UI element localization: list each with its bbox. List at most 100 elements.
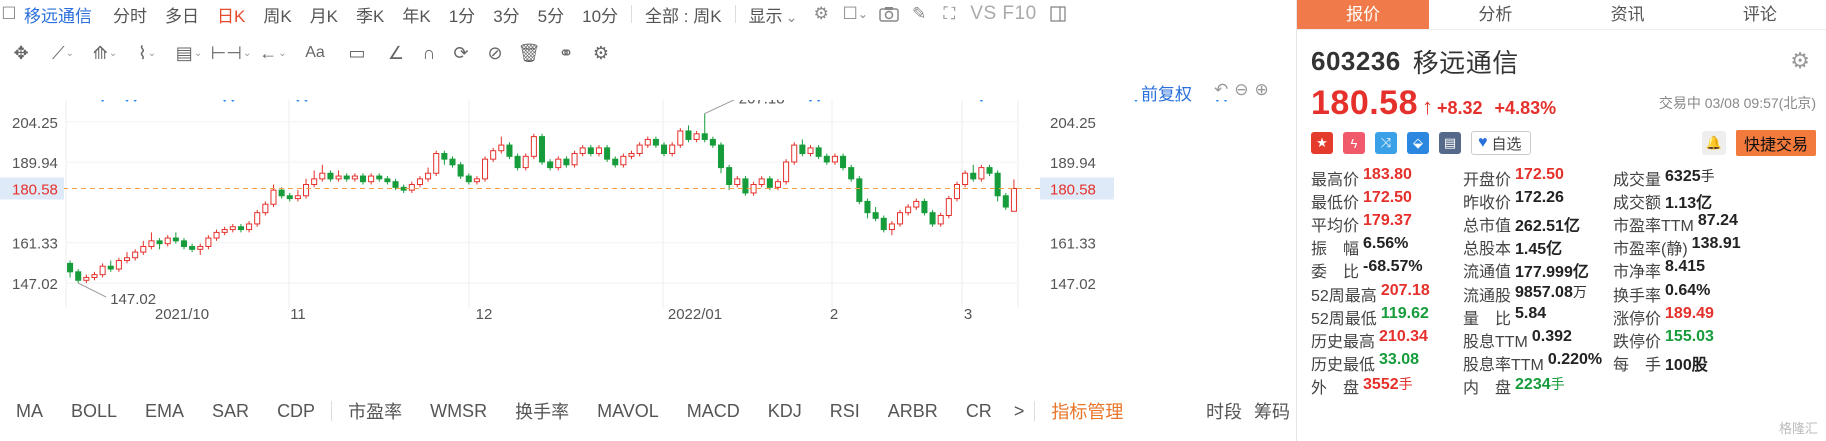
hide-icon[interactable]: ⊘ [478, 39, 512, 67]
kline-chart[interactable]: 204.25 204.25 189.94 189.94 161.33 161.33 147.… [0, 100, 1296, 380]
stat-label: 跌停价 [1613, 333, 1662, 351]
stat-label: 平均价 [1311, 217, 1360, 235]
indicator-more-button[interactable]: > [1006, 401, 1033, 422]
stat-value-text: 183.80 [1363, 165, 1412, 183]
quote-tab[interactable]: 评论 [1694, 0, 1826, 29]
timeframe-tab[interactable]: 10分 [573, 2, 627, 27]
indicator-tab[interactable]: 市盈率 [334, 398, 416, 424]
display-dropdown[interactable]: 显示 [740, 2, 807, 27]
timeframe-tab[interactable]: 月K [301, 2, 347, 27]
fullscreen-icon[interactable]: ⛶ [934, 2, 964, 26]
pencil-icon[interactable]: ✎ [904, 2, 934, 26]
indicator-tab[interactable]: MACD [673, 401, 754, 422]
indicator-tab[interactable]: RSI [816, 401, 874, 422]
arrow-icon[interactable]: ← ⌄ [252, 39, 294, 67]
settings-icon[interactable]: ⚙ [586, 39, 616, 67]
y-tick-label-left: 147.02 [12, 276, 58, 293]
gear-icon[interactable]: ⚙ [1790, 48, 1810, 74]
camera-icon[interactable] [874, 2, 904, 26]
hot-icon[interactable]: ϟ [1343, 132, 1365, 154]
indicator-tab[interactable]: MAVOL [583, 401, 673, 422]
indicator-tab[interactable]: 换手率 [501, 398, 583, 424]
stat-value-text: 155.03 [1665, 327, 1714, 345]
square-icon[interactable]: ☐ ⌄ [836, 2, 874, 26]
stat-cell: 内 盘 2234手 [1463, 374, 1613, 398]
zoom-out-icon[interactable]: ⊖ [1234, 80, 1248, 100]
comment-icon[interactable]: ▭ [336, 39, 378, 67]
bell-icon[interactable]: 🔔 [1701, 131, 1726, 155]
watchlist-label: 自选 [1491, 135, 1522, 153]
gear-icon[interactable]: ⚙ [806, 2, 836, 26]
stat-cell: 外 盘 3552手 [1311, 374, 1463, 398]
candle-body [831, 155, 838, 163]
stat-label: 委 比 [1311, 264, 1360, 282]
indicator-tab[interactable]: WMSR [416, 401, 501, 422]
quote-tab[interactable]: 分析 [1429, 0, 1561, 29]
timeframe-tab[interactable]: 5分 [529, 2, 573, 27]
timeframe-tab[interactable]: 3分 [484, 2, 528, 27]
session-button[interactable]: 时段 [1200, 398, 1248, 424]
stat-value: 172.50 [1363, 189, 1412, 213]
candle-body [408, 184, 415, 191]
candle-body [693, 133, 700, 140]
quote-tab[interactable]: 资讯 [1562, 0, 1694, 29]
candle-body [579, 147, 586, 155]
add-watchlist-button[interactable]: ♥ 自选 [1471, 131, 1531, 155]
indicator-tab[interactable]: KDJ [754, 401, 816, 422]
candle-body [180, 240, 188, 247]
fib-icon[interactable]: ▤ ⌄ [168, 39, 210, 67]
link-icon[interactable]: ⚭ [546, 39, 586, 67]
timeframe-tab[interactable]: 周K [254, 2, 300, 27]
indicator-tab[interactable]: EMA [131, 401, 198, 422]
indicator-tab[interactable]: CDP [263, 401, 329, 422]
stat-value: -68.57% [1363, 258, 1423, 282]
measure-icon[interactable]: ⊢⊣ ⌄ [210, 39, 252, 67]
chips-button[interactable]: 筹码 [1248, 398, 1296, 424]
quote-tab[interactable]: 报价 [1297, 0, 1430, 29]
china-flag-icon[interactable]: ★ [1311, 132, 1333, 154]
tag-icon[interactable]: ⬙ [1407, 132, 1429, 154]
move-icon[interactable]: ✥ [0, 39, 42, 67]
line-icon[interactable]: ⟋ ⌄ [42, 39, 84, 67]
stock-name-link[interactable]: 移远通信 [18, 2, 104, 27]
timeframe-tab[interactable]: 季K [347, 2, 393, 27]
indicator-manage-button[interactable]: 指标管理 [1037, 398, 1137, 424]
indicator-tab[interactable]: SAR [198, 401, 263, 422]
indicator-tab[interactable]: MA [0, 401, 57, 422]
delete-icon[interactable]: 🗑 [512, 39, 546, 67]
indicator-tab[interactable]: CR [952, 401, 1006, 422]
vs-f10-button[interactable]: VS F10 [964, 3, 1042, 25]
checkbox-icon[interactable]: ☐ [0, 2, 18, 26]
note-icon[interactable]: ▤ [1439, 132, 1461, 154]
channel-icon[interactable]: ⟰ ⌄ [84, 39, 126, 67]
refresh-icon[interactable]: ⟳ [444, 39, 478, 67]
timeframe-tab[interactable]: 日K [208, 2, 254, 27]
timeframe-tab[interactable]: 1分 [440, 2, 484, 27]
text-icon[interactable]: Aa [294, 39, 336, 67]
magnet-icon[interactable]: ∩ [414, 39, 444, 67]
timeframe-tab[interactable]: 多日 [156, 2, 208, 27]
candle-body [327, 172, 334, 180]
stat-cell: 成交额 1.13亿 [1613, 189, 1813, 213]
stat-value: 2234手 [1515, 374, 1565, 398]
quick-trade-button[interactable]: 快捷交易 [1735, 130, 1816, 156]
timeframe-tab[interactable]: 分时 [104, 2, 156, 27]
candle-body [563, 158, 570, 166]
ruler-icon[interactable]: ∠ [378, 39, 414, 67]
connect-icon[interactable]: ⤨ [1375, 132, 1397, 154]
indicator-tab[interactable]: ARBR [874, 401, 952, 422]
indicator-tab[interactable]: BOLL [57, 401, 131, 422]
stat-value-text: 172.50 [1515, 165, 1564, 183]
wave-icon[interactable]: ⌇ ⌄ [126, 39, 168, 67]
stat-label: 最高价 [1311, 171, 1360, 189]
timeframe-tab[interactable]: 年K [393, 2, 439, 27]
stat-label: 市盈率TTM [1613, 217, 1694, 235]
undo-icon[interactable]: ↶ [1214, 80, 1228, 100]
candle-body [994, 172, 1001, 197]
all-period-select[interactable]: 全部 : 周K [636, 2, 731, 27]
zoom-in-icon[interactable]: ⊕ [1255, 80, 1269, 100]
panel-toggle-icon[interactable] [1043, 2, 1073, 26]
stat-unit: 万 [1572, 283, 1587, 300]
x-tick-label: 2 [830, 306, 838, 323]
stat-cell: 市盈率(静) 138.91 [1613, 235, 1813, 259]
